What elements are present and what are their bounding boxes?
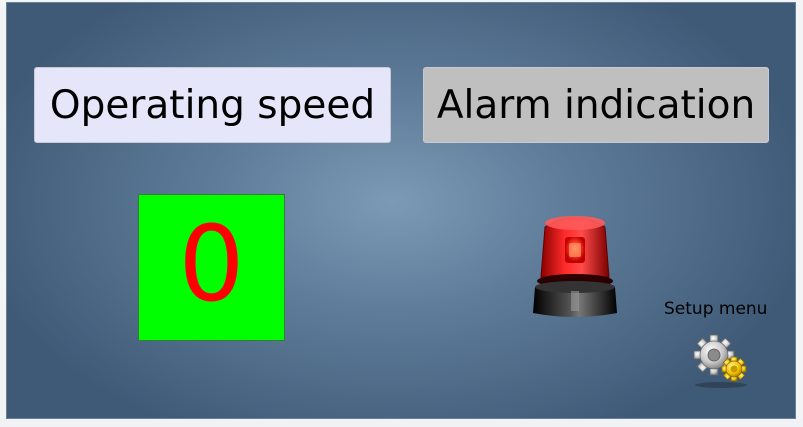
hmi-window: Operating speed Alarm indication 0 Setup… — [0, 0, 803, 427]
alarm-indication-label: Alarm indication — [436, 82, 756, 128]
alarm-beacon-icon — [533, 216, 617, 317]
setup-menu-label: Setup menu — [664, 299, 768, 319]
window-bottom-edge — [0, 419, 803, 427]
operating-speed-button[interactable]: Operating speed — [34, 67, 391, 143]
operating-speed-label: Operating speed — [49, 82, 376, 128]
hmi-screen: Operating speed Alarm indication 0 Setup… — [6, 2, 796, 419]
gear-icon[interactable] — [690, 331, 752, 389]
speed-display: 0 — [138, 194, 285, 341]
alarm-indication-button[interactable]: Alarm indication — [423, 67, 769, 143]
speed-value: 0 — [178, 202, 245, 325]
